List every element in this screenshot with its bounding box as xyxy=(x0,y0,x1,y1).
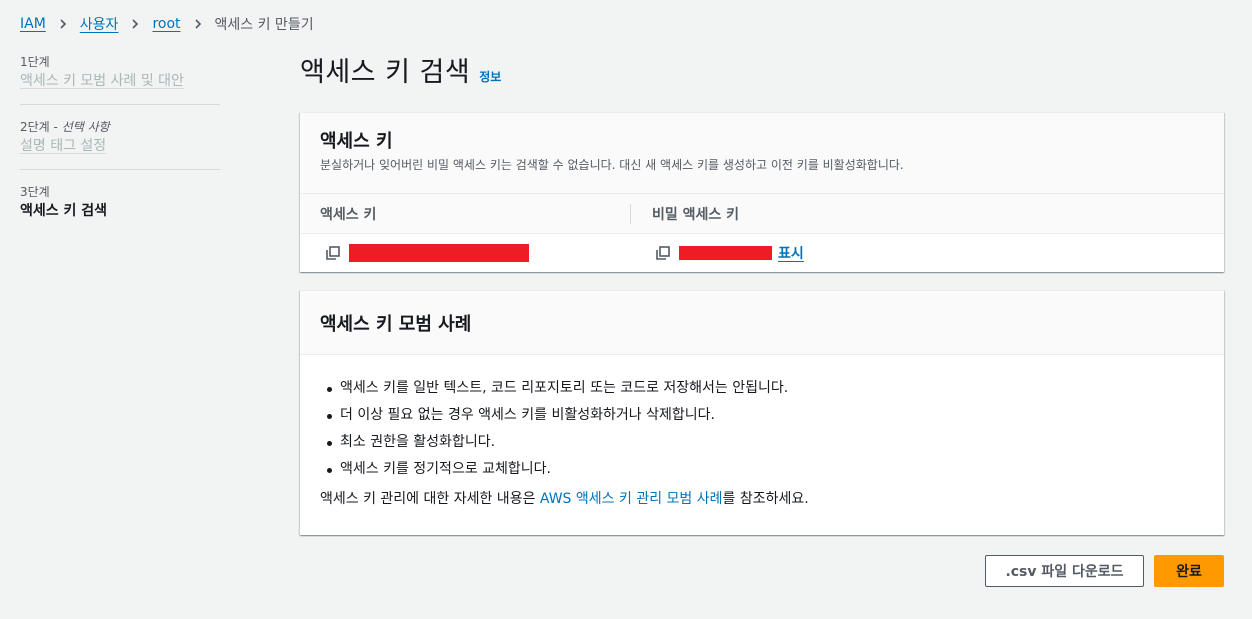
chevron-right-icon xyxy=(193,19,203,29)
reference-text: 액세스 키 관리에 대한 자세한 내용은 AWS 액세스 키 관리 모범 사례를… xyxy=(320,488,1204,510)
copy-icon[interactable] xyxy=(655,245,671,261)
copy-icon[interactable] xyxy=(325,245,341,261)
table-header: 액세스 키 비밀 액세스 키 xyxy=(300,194,1224,234)
step-1: 1단계 액세스 키 모범 사례 및 대안 xyxy=(20,54,220,104)
redacted-secret-key xyxy=(679,246,772,260)
step-number-label: 2단계 - xyxy=(20,120,62,134)
step-3-current: 액세스 키 검색 xyxy=(20,203,108,219)
panel-header: 액세스 키 모범 사례 xyxy=(300,291,1224,355)
page-header: 액세스 키 검색 정보 xyxy=(300,50,501,89)
breadcrumb-users[interactable]: 사용자 xyxy=(80,14,119,34)
panel-header: 액세스 키 분실하거나 잊어버린 비밀 액세스 키는 검색할 수 없습니다. 대… xyxy=(300,113,1224,194)
chevron-right-icon xyxy=(58,19,68,29)
access-key-panel: 액세스 키 분실하거나 잊어버린 비밀 액세스 키는 검색할 수 없습니다. 대… xyxy=(300,112,1224,272)
step-number-label: 3단계 xyxy=(20,185,50,199)
list-item: 액세스 키를 일반 텍스트, 코드 리포지토리 또는 코드로 저장해서는 안됩니… xyxy=(320,375,1204,402)
best-practices-link[interactable]: AWS 액세스 키 관리 모범 사례 xyxy=(540,491,723,507)
step-2-link[interactable]: 설명 태그 설정 xyxy=(20,135,220,157)
reference-suffix: 를 참조하세요. xyxy=(722,491,809,507)
step-number: 2단계 - 선택 사항 xyxy=(20,119,220,135)
breadcrumb-root[interactable]: root xyxy=(152,16,180,32)
chevron-right-icon xyxy=(130,19,140,29)
breadcrumb-iam[interactable]: IAM xyxy=(20,16,46,32)
info-link[interactable]: 정보 xyxy=(479,68,501,85)
step-number-label: 1단계 xyxy=(20,55,50,69)
reference-prefix: 액세스 키 관리에 대한 자세한 내용은 xyxy=(320,491,540,507)
access-key-cell xyxy=(300,244,631,262)
panel-title: 액세스 키 모범 사례 xyxy=(320,313,472,335)
list-item: 더 이상 필요 없는 경우 액세스 키를 비활성화하거나 삭제합니다. xyxy=(320,402,1204,429)
table-row: 표시 xyxy=(300,234,1224,272)
breadcrumb-current: 액세스 키 만들기 xyxy=(214,17,314,33)
wizard-steps: 1단계 액세스 키 모범 사례 및 대안 2단계 - 선택 사항 설명 태그 설… xyxy=(20,54,220,234)
done-button[interactable]: 완료 xyxy=(1154,555,1224,587)
download-csv-button[interactable]: .csv 파일 다운로드 xyxy=(985,555,1144,587)
column-secret-key: 비밀 액세스 키 xyxy=(652,206,740,223)
step-optional-label: 선택 사항 xyxy=(61,120,110,134)
panel-body: 액세스 키를 일반 텍스트, 코드 리포지토리 또는 코드로 저장해서는 안됩니… xyxy=(300,355,1224,510)
show-secret-link[interactable]: 표시 xyxy=(778,243,804,263)
step-3: 3단계 액세스 키 검색 xyxy=(20,169,220,234)
secret-key-cell: 표시 xyxy=(631,243,804,263)
list-item: 액세스 키를 정기적으로 교체합니다. xyxy=(320,456,1204,483)
best-practices-list: 액세스 키를 일반 텍스트, 코드 리포지토리 또는 코드로 저장해서는 안됩니… xyxy=(320,375,1204,483)
page-title: 액세스 키 검색 xyxy=(300,57,471,88)
list-item: 최소 권한을 활성화합니다. xyxy=(320,429,1204,456)
step-2: 2단계 - 선택 사항 설명 태그 설정 xyxy=(20,104,220,169)
panel-description: 분실하거나 잊어버린 비밀 액세스 키는 검색할 수 없습니다. 대신 새 액세… xyxy=(320,158,904,172)
column-access-key: 액세스 키 xyxy=(300,194,631,233)
best-practices-panel: 액세스 키 모범 사례 액세스 키를 일반 텍스트, 코드 리포지토리 또는 코… xyxy=(300,290,1224,535)
redacted-access-key xyxy=(349,244,529,262)
panel-title: 액세스 키 xyxy=(320,131,393,152)
step-number: 1단계 xyxy=(20,54,220,70)
step-number: 3단계 xyxy=(20,184,220,200)
step-1-link[interactable]: 액세스 키 모범 사례 및 대안 xyxy=(20,70,220,92)
breadcrumb: IAM 사용자 root 액세스 키 만들기 xyxy=(20,14,314,34)
